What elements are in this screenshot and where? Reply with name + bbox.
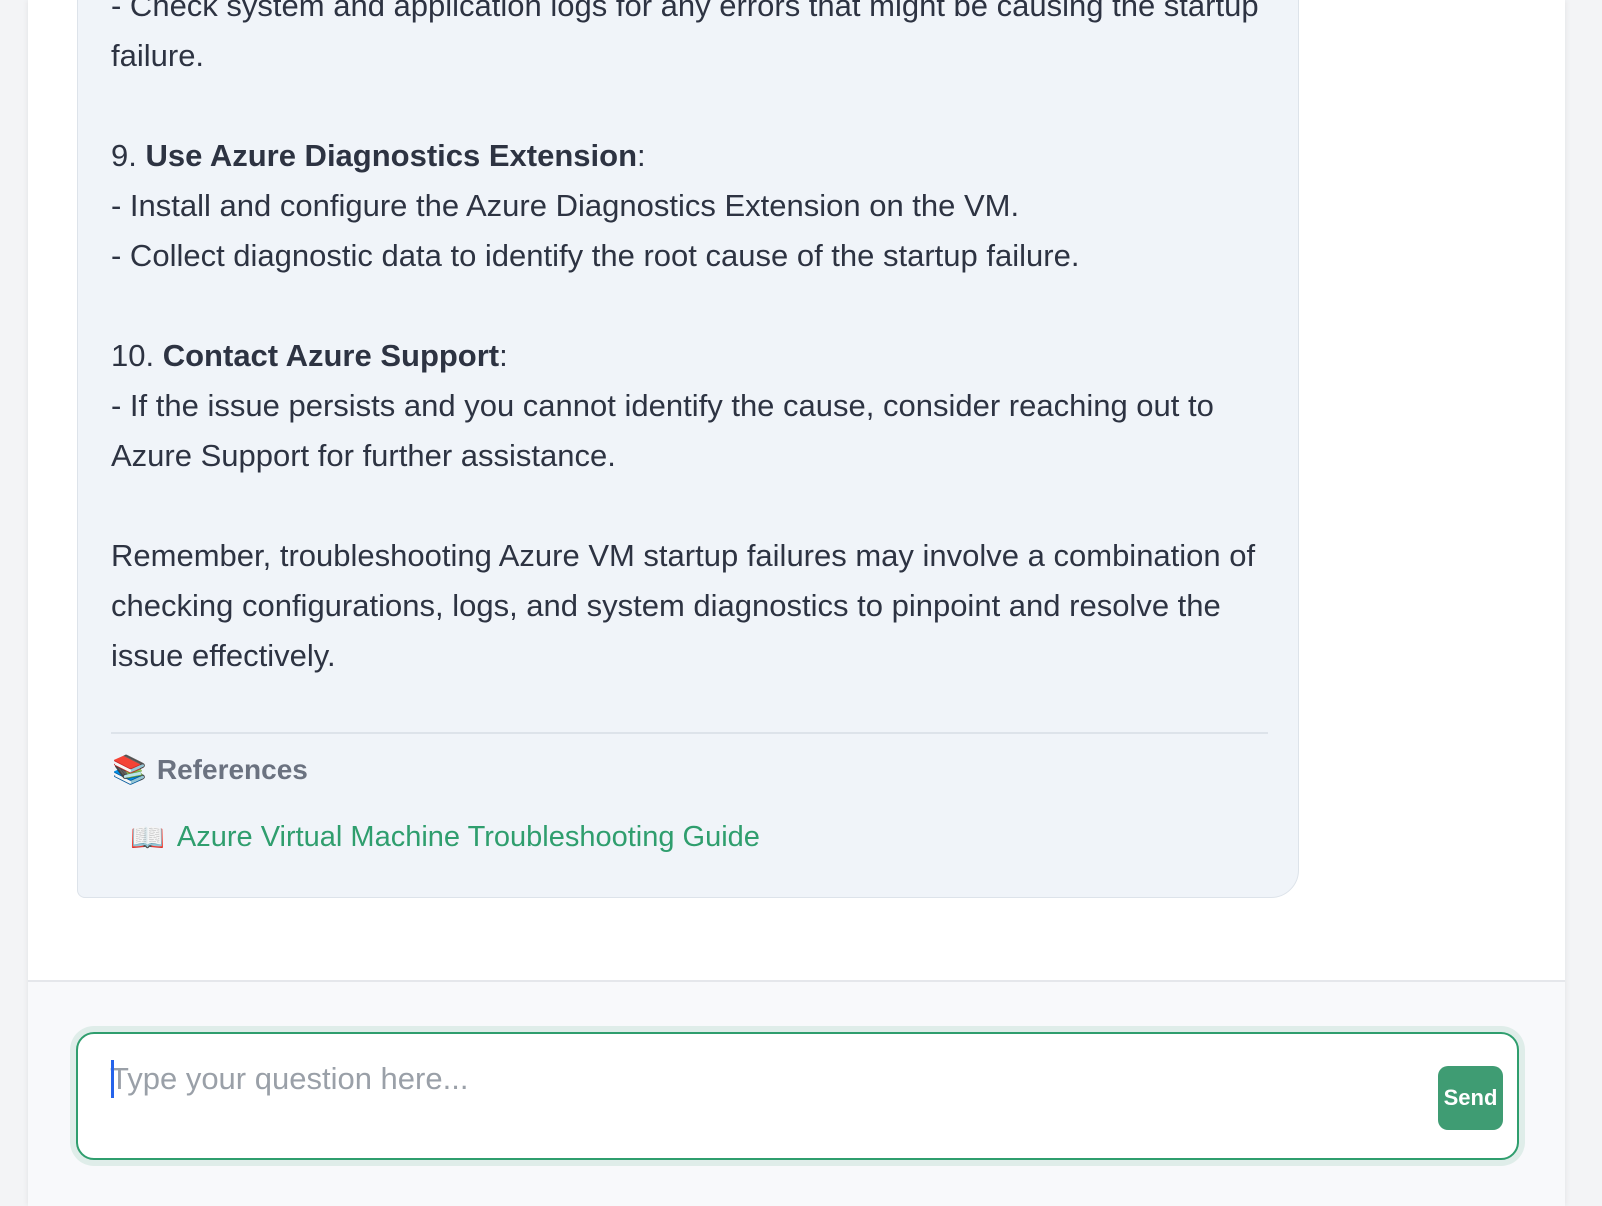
references-divider: [111, 732, 1268, 734]
text-caret: [111, 1060, 114, 1098]
chat-messages-area: - Check system and application logs for …: [28, 0, 1565, 980]
references-title: References: [156, 754, 308, 785]
message-paragraph: Remember, troubleshooting Azure VM start…: [111, 531, 1271, 681]
message-text: Remember, troubleshooting Azure VM start…: [111, 538, 1256, 673]
step-suffix: :: [499, 338, 508, 373]
message-text: - Collect diagnostic data to identify th…: [111, 238, 1080, 273]
open-book-icon: 📖: [130, 821, 165, 853]
message-paragraph: - Check system and application logs for …: [111, 0, 1271, 81]
message-text: - Check system and application logs for …: [111, 0, 1259, 73]
step-number: 9.: [111, 138, 137, 173]
question-input-box[interactable]: Send: [76, 1032, 1519, 1160]
message-paragraph: - Collect diagnostic data to identify th…: [111, 231, 1271, 281]
reference-link[interactable]: Azure Virtual Machine Troubleshooting Gu…: [177, 821, 760, 854]
step-title: Use Azure Diagnostics Extension: [145, 138, 638, 173]
step-title: Contact Azure Support: [162, 338, 500, 373]
composer-area: Send: [28, 980, 1565, 1206]
message-text: - Install and configure the Azure Diagno…: [111, 188, 1020, 223]
message-body: - Check system and application logs for …: [111, 0, 1271, 681]
message-paragraph: - If the issue persists and you cannot i…: [111, 381, 1271, 481]
reference-item[interactable]: 📖 Azure Virtual Machine Troubleshooting …: [130, 821, 760, 854]
books-icon: 📚: [112, 754, 147, 785]
step-heading: 9. Use Azure Diagnostics Extension:: [111, 131, 1271, 181]
assistant-message: - Check system and application logs for …: [77, 0, 1299, 898]
message-paragraph: - Install and configure the Azure Diagno…: [111, 181, 1271, 231]
send-button[interactable]: Send: [1438, 1066, 1503, 1130]
step-suffix: :: [637, 138, 646, 173]
step-heading: 10. Contact Azure Support:: [111, 331, 1271, 381]
references-heading: 📚 References: [112, 754, 308, 786]
question-input[interactable]: [110, 1054, 1390, 1104]
message-text: - If the issue persists and you cannot i…: [111, 388, 1214, 473]
step-number: 10.: [111, 338, 155, 373]
chat-window: - Check system and application logs for …: [28, 0, 1565, 1206]
